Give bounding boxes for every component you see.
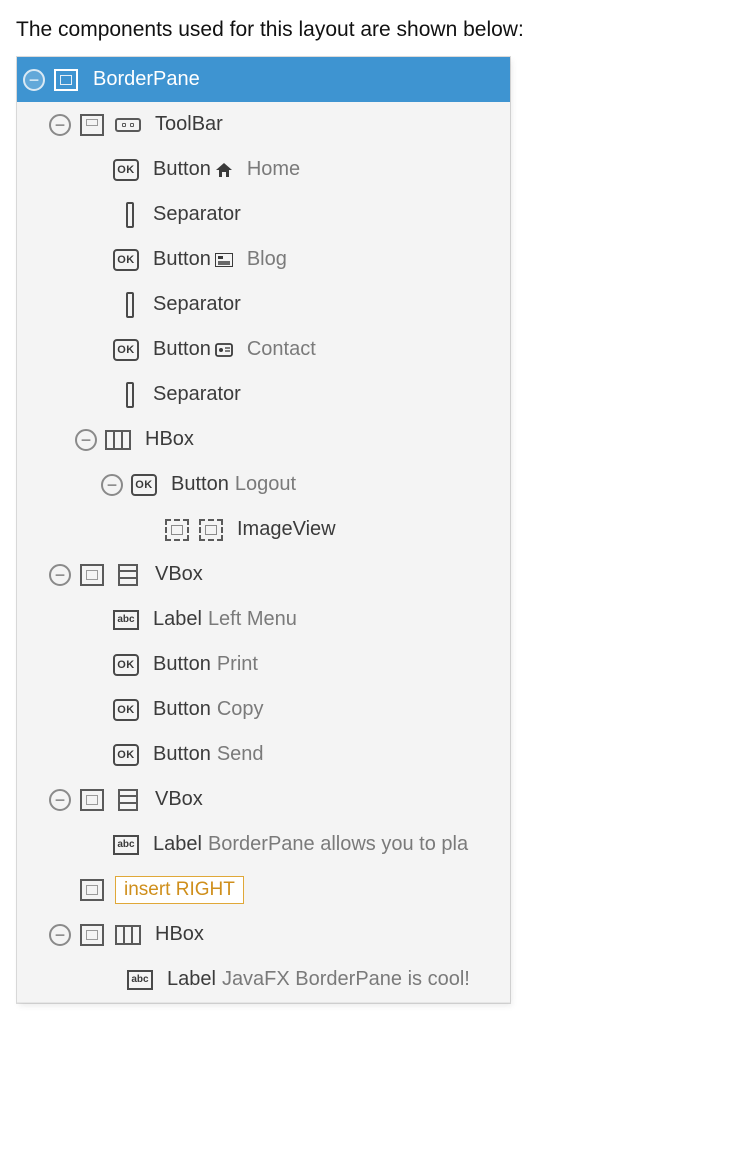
hierarchy-panel: − BorderPane − ToolBar OK Button H <box>16 56 511 1004</box>
node-text: Home <box>247 158 300 181</box>
node-type: HBox <box>145 428 194 451</box>
imageview-icon <box>199 519 223 541</box>
node-text: Copy <box>217 698 264 721</box>
tree-row-button-blog[interactable]: OK Button Blog <box>17 237 510 282</box>
tree-row-separator[interactable]: Separator <box>17 282 510 327</box>
toolbar-icon <box>115 114 141 136</box>
expander-minus-icon[interactable]: − <box>75 429 97 451</box>
button-ok-icon: OK <box>113 744 139 766</box>
tree-row-vbox-center[interactable]: − VBox <box>17 777 510 822</box>
home-icon <box>213 161 235 179</box>
tree-row-separator[interactable]: Separator <box>17 372 510 417</box>
node-type: VBox <box>155 788 203 811</box>
container-icon <box>79 879 105 901</box>
node-type: Separator <box>153 293 241 316</box>
node-type: Button <box>153 698 211 721</box>
label-abc-icon: abc <box>127 969 153 991</box>
node-type: VBox <box>155 563 203 586</box>
insert-placeholder[interactable]: insert RIGHT <box>115 876 244 904</box>
contact-icon <box>213 341 235 359</box>
expander-minus-icon[interactable]: − <box>23 69 45 91</box>
button-ok-icon: OK <box>113 249 139 271</box>
tree-row-vbox-left[interactable]: − VBox <box>17 552 510 597</box>
tree-row-borderpane[interactable]: − BorderPane <box>17 57 510 102</box>
label-abc-icon: abc <box>113 834 139 856</box>
node-type: Button <box>153 248 211 271</box>
node-type: Separator <box>153 383 241 406</box>
blog-icon <box>213 251 235 269</box>
container-icon <box>79 789 105 811</box>
tree-row-toolbar[interactable]: − ToolBar <box>17 102 510 147</box>
node-text: BorderPane allows you to pla <box>208 833 468 856</box>
node-text: Print <box>217 653 258 676</box>
expander-minus-icon[interactable]: − <box>101 474 123 496</box>
separator-icon <box>113 294 139 316</box>
button-ok-icon: OK <box>113 699 139 721</box>
tree-row-button-home[interactable]: OK Button Home <box>17 147 510 192</box>
expander-minus-icon[interactable]: − <box>49 924 71 946</box>
node-text: Left Menu <box>208 608 297 631</box>
node-text: Logout <box>235 473 296 496</box>
tree-row-label-leftmenu[interactable]: abc Label Left Menu <box>17 597 510 642</box>
tree-row-label-center[interactable]: abc Label BorderPane allows you to pla <box>17 822 510 867</box>
tree-row-hbox-bottom[interactable]: − HBox <box>17 912 510 957</box>
tree-row-label-bottom[interactable]: abc Label JavaFX BorderPane is cool! <box>17 957 510 1002</box>
expander-minus-icon[interactable]: − <box>49 114 71 136</box>
label-abc-icon: abc <box>113 609 139 631</box>
vbox-icon <box>115 789 141 811</box>
node-type: Button <box>171 473 229 496</box>
tree-row-imageview[interactable]: ImageView <box>17 507 510 552</box>
container-icon <box>53 69 79 91</box>
node-type: Button <box>153 158 211 181</box>
tree-row-button-copy[interactable]: OK Button Copy <box>17 687 510 732</box>
node-type: Separator <box>153 203 241 226</box>
hbox-icon <box>115 924 141 946</box>
vbox-icon <box>115 564 141 586</box>
node-type: ImageView <box>237 518 336 541</box>
container-icon <box>79 114 105 136</box>
tree-row-insert-right[interactable]: insert RIGHT <box>17 867 510 912</box>
tree-row-button-print[interactable]: OK Button Print <box>17 642 510 687</box>
node-type: Label <box>153 833 202 856</box>
container-icon <box>79 924 105 946</box>
expander-minus-icon[interactable]: − <box>49 564 71 586</box>
button-ok-icon: OK <box>113 339 139 361</box>
tree-row-button-contact[interactable]: OK Button Contact <box>17 327 510 372</box>
separator-icon <box>113 384 139 406</box>
intro-text: The components used for this layout are … <box>16 18 724 42</box>
separator-icon <box>113 204 139 226</box>
node-type: Label <box>153 608 202 631</box>
button-ok-icon: OK <box>113 654 139 676</box>
node-type: Button <box>153 743 211 766</box>
node-text: Blog <box>247 248 287 271</box>
button-ok-icon: OK <box>113 159 139 181</box>
tree-row-hbox[interactable]: − HBox <box>17 417 510 462</box>
hbox-icon <box>105 429 131 451</box>
container-icon <box>79 564 105 586</box>
node-text: JavaFX BorderPane is cool! <box>222 968 470 991</box>
node-type: HBox <box>155 923 204 946</box>
node-text: Send <box>217 743 264 766</box>
expander-minus-icon[interactable]: − <box>49 789 71 811</box>
node-type: BorderPane <box>93 68 200 91</box>
node-text: Contact <box>247 338 316 361</box>
node-type: Label <box>167 968 216 991</box>
imageview-icon <box>165 519 189 541</box>
tree-row-button-send[interactable]: OK Button Send <box>17 732 510 777</box>
node-type: ToolBar <box>155 113 223 136</box>
node-type: Button <box>153 338 211 361</box>
node-type: Button <box>153 653 211 676</box>
button-ok-icon: OK <box>131 474 157 496</box>
tree-row-button-logout[interactable]: − OK Button Logout <box>17 462 510 507</box>
tree-row-separator[interactable]: Separator <box>17 192 510 237</box>
